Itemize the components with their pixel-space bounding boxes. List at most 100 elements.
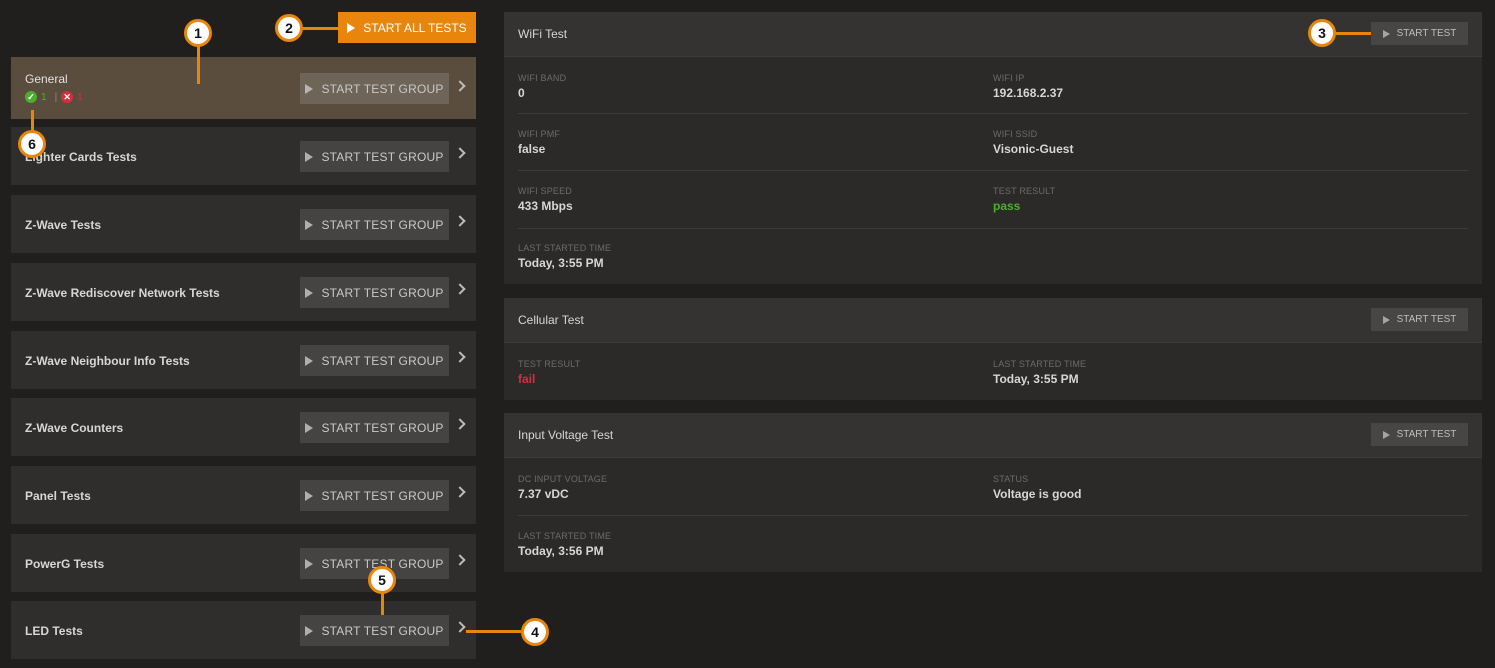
play-icon	[347, 22, 356, 33]
play-icon	[305, 422, 314, 433]
test-group-z-wave-neighbour[interactable]: Z-Wave Neighbour Info Tests START TEST G…	[11, 331, 476, 389]
chevron-right-icon[interactable]	[454, 418, 466, 430]
start-test-group-label: START TEST GROUP	[321, 353, 444, 368]
chevron-right-icon[interactable]	[454, 486, 466, 498]
field-test-result: TEST RESULT fail	[518, 359, 580, 386]
start-test-group-button[interactable]: START TEST GROUP	[300, 615, 449, 646]
callout-connector	[31, 110, 34, 132]
start-test-group-button[interactable]: START TEST GROUP	[300, 345, 449, 376]
play-icon	[1382, 315, 1390, 324]
failed-count: 1	[77, 91, 83, 103]
test-group-led[interactable]: LED Tests START TEST GROUP	[11, 601, 476, 659]
chevron-right-icon[interactable]	[454, 147, 466, 159]
error-circle-icon: ✕	[61, 91, 74, 103]
field-label: LAST STARTED TIME	[993, 359, 1087, 369]
play-icon	[305, 151, 314, 162]
test-group-z-wave-counters[interactable]: Z-Wave Counters START TEST GROUP	[11, 398, 476, 456]
chevron-right-icon[interactable]	[454, 554, 466, 566]
play-icon	[1382, 430, 1390, 439]
field-value: 0	[518, 86, 525, 100]
field-value: Voltage is good	[993, 487, 1082, 501]
panel-header: Input Voltage Test START TEST	[504, 413, 1482, 458]
start-test-group-label: START TEST GROUP	[321, 623, 444, 638]
start-test-group-label: START TEST GROUP	[321, 149, 444, 164]
test-group-general[interactable]: General ✓ 1 | ✕ 1 START TEST GROUP	[11, 57, 476, 119]
start-test-label: START TEST	[1396, 314, 1457, 325]
callout-connector	[303, 27, 338, 30]
test-group-panel[interactable]: Panel Tests START TEST GROUP	[11, 466, 476, 524]
start-test-group-button[interactable]: START TEST GROUP	[300, 480, 449, 511]
start-test-group-button[interactable]: START TEST GROUP	[300, 73, 449, 104]
chevron-right-icon[interactable]	[454, 351, 466, 363]
test-group-z-wave-rediscover[interactable]: Z-Wave Rediscover Network Tests START TE…	[11, 263, 476, 321]
test-group-lighter-cards[interactable]: Lighter Cards Tests START TEST GROUP	[11, 127, 476, 185]
start-test-group-button[interactable]: START TEST GROUP	[300, 209, 449, 240]
group-status: ✓ 1 | ✕ 1	[25, 91, 83, 103]
panel-title: WiFi Test	[518, 27, 568, 41]
field-dc-input-voltage: DC INPUT VOLTAGE 7.37 vDC	[518, 474, 607, 501]
start-test-button[interactable]: START TEST	[1371, 308, 1468, 331]
callout-marker-1: 1	[184, 19, 212, 47]
field-value: Today, 3:55 PM	[993, 372, 1079, 386]
field-label: WIFI SPEED	[518, 186, 573, 196]
field-value: pass	[993, 199, 1021, 213]
group-name: General	[25, 72, 68, 86]
field-value: 7.37 vDC	[518, 487, 569, 501]
chevron-right-icon[interactable]	[454, 80, 466, 92]
cellular-test-panel: Cellular Test START TEST TEST RESULT fai…	[504, 298, 1482, 400]
field-label: WIFI IP	[993, 73, 1025, 83]
play-icon	[305, 219, 314, 230]
divider	[518, 515, 1468, 516]
test-group-z-wave[interactable]: Z-Wave Tests START TEST GROUP	[11, 195, 476, 253]
field-wifi-band: WIFI BAND 0	[518, 73, 566, 100]
field-value: 192.168.2.37	[993, 86, 1064, 100]
field-label: WIFI BAND	[518, 73, 567, 83]
panel-title: Input Voltage Test	[518, 428, 614, 442]
group-name: Z-Wave Rediscover Network Tests	[25, 286, 220, 300]
play-icon	[305, 625, 314, 636]
play-icon	[305, 490, 314, 501]
start-test-label: START TEST	[1396, 429, 1457, 440]
start-test-group-button[interactable]: START TEST GROUP	[300, 277, 449, 308]
field-label: DC INPUT VOLTAGE	[518, 474, 608, 484]
field-wifi-pmf: WIFI PMF false	[518, 129, 560, 156]
status-separator: |	[54, 91, 58, 103]
check-circle-icon: ✓	[25, 91, 37, 103]
start-test-group-label: START TEST GROUP	[321, 81, 444, 96]
chevron-right-icon[interactable]	[454, 215, 466, 227]
start-all-tests-button[interactable]: START ALL TESTS	[338, 12, 476, 43]
field-status: STATUS Voltage is good	[993, 474, 1081, 501]
play-icon	[305, 83, 314, 94]
start-all-tests-label: START ALL TESTS	[363, 20, 467, 35]
callout-connector	[1336, 32, 1371, 35]
start-test-group-label: START TEST GROUP	[321, 420, 444, 435]
play-icon	[1382, 29, 1390, 38]
field-label: STATUS	[993, 474, 1029, 484]
start-test-button[interactable]: START TEST	[1371, 423, 1468, 446]
field-value: fail	[518, 372, 536, 386]
field-wifi-ip: WIFI IP 192.168.2.37	[993, 73, 1063, 100]
callout-marker-3: 3	[1308, 19, 1336, 47]
start-test-button[interactable]: START TEST	[1371, 22, 1468, 45]
start-test-group-label: START TEST GROUP	[321, 217, 444, 232]
field-last-started-time: LAST STARTED TIME Today, 3:56 PM	[518, 531, 611, 558]
chevron-right-icon[interactable]	[454, 621, 466, 633]
passed-count: 1	[41, 91, 47, 103]
start-test-group-button[interactable]: START TEST GROUP	[300, 141, 449, 172]
field-last-started-time: LAST STARTED TIME Today, 3:55 PM	[993, 359, 1086, 386]
field-last-started-time: LAST STARTED TIME Today, 3:55 PM	[518, 243, 611, 270]
test-group-powerg[interactable]: PowerG Tests START TEST GROUP	[11, 534, 476, 592]
field-label: TEST RESULT	[518, 359, 581, 369]
field-value: Today, 3:55 PM	[518, 256, 604, 270]
divider	[518, 113, 1468, 114]
input-voltage-test-panel: Input Voltage Test START TEST DC INPUT V…	[504, 413, 1482, 572]
callout-marker-2: 2	[275, 14, 303, 42]
callout-marker-4: 4	[521, 618, 549, 646]
chevron-right-icon[interactable]	[454, 283, 466, 295]
play-icon	[305, 558, 314, 569]
field-value: Today, 3:56 PM	[518, 544, 604, 558]
field-label: WIFI SSID	[993, 129, 1038, 139]
group-name: Z-Wave Tests	[25, 218, 102, 232]
field-test-result: TEST RESULT pass	[993, 186, 1055, 213]
start-test-group-button[interactable]: START TEST GROUP	[300, 412, 449, 443]
